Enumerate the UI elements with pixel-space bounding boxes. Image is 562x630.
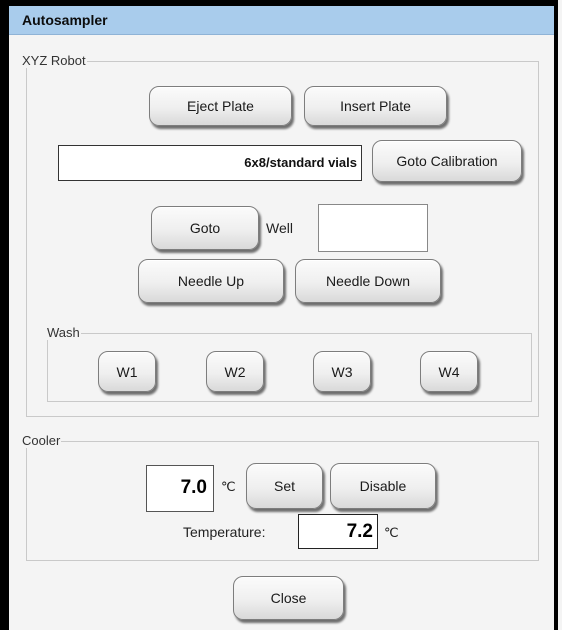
set-button[interactable]: Set — [246, 463, 323, 509]
eject-plate-button[interactable]: Eject Plate — [149, 86, 292, 126]
close-button[interactable]: Close — [233, 576, 344, 620]
well-label: Well — [266, 220, 293, 236]
cooler-setpoint-input[interactable]: 7.0 — [146, 465, 214, 512]
needle-up-button[interactable]: Needle Up — [138, 259, 284, 303]
wash-group-label: Wash — [46, 325, 81, 340]
temperature-value: 7.2 — [346, 521, 373, 542]
well-input[interactable] — [318, 204, 428, 252]
wash-w1-button[interactable]: W1 — [98, 351, 156, 392]
xyz-robot-group-label: XYZ Robot — [21, 53, 87, 68]
temperature-readout: 7.2 — [298, 514, 378, 549]
cooler-group-label: Cooler — [21, 433, 62, 448]
window-title: Autosampler — [22, 12, 108, 28]
temperature-label: Temperature: — [183, 524, 266, 540]
goto-calibration-button[interactable]: Goto Calibration — [372, 140, 522, 182]
plate-type-display: 6x8/standard vials — [58, 145, 362, 181]
wash-w3-button[interactable]: W3 — [313, 351, 371, 392]
setpoint-unit: ℃ — [221, 479, 236, 494]
cooler-setpoint-value: 7.0 — [180, 477, 207, 498]
plate-type-value: 6x8/standard vials — [244, 155, 357, 170]
wash-w2-button[interactable]: W2 — [206, 351, 264, 392]
insert-plate-button[interactable]: Insert Plate — [304, 86, 447, 126]
needle-down-button[interactable]: Needle Down — [295, 259, 441, 303]
title-bar: Autosampler — [9, 6, 554, 35]
disable-button[interactable]: Disable — [330, 463, 436, 509]
temperature-unit: ℃ — [384, 525, 399, 540]
goto-button[interactable]: Goto — [151, 206, 259, 250]
wash-w4-button[interactable]: W4 — [420, 351, 478, 392]
